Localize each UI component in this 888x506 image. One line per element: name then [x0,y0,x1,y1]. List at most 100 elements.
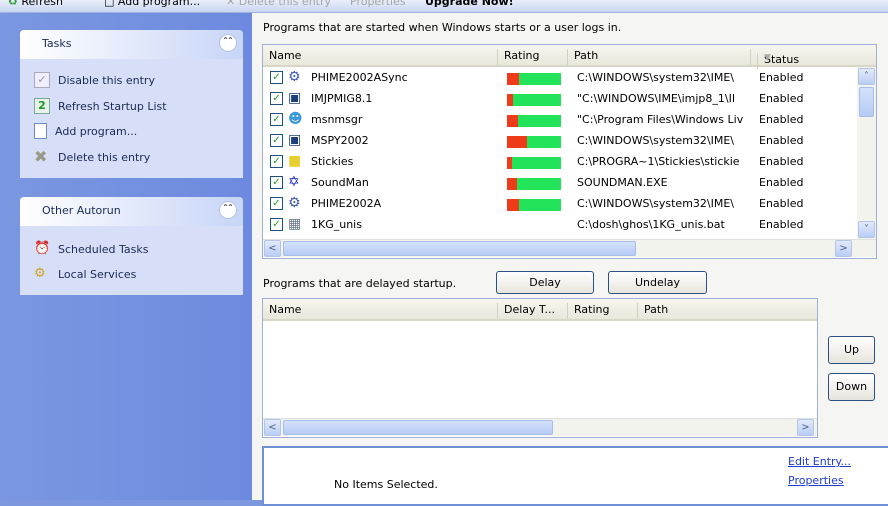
table-row[interactable]: ✓ ■ Stickies C:\PROGRA~1\Stickies\sticki… [263,152,855,173]
row-name: IMJPMIG8.1 [311,92,373,105]
startup-caption: Programs that are started when Windows s… [263,21,622,34]
row-path: C:\dosh\ghos\1KG_unis.bat [577,218,725,231]
table-row[interactable]: ✓ ▦ 1KG_unis C:\dosh\ghos\1KG_unis.bat E… [263,215,855,236]
enabled-checkbox[interactable]: ✓ [270,134,283,147]
scheduled-tasks-icon: ⏰ [34,241,51,256]
row-path: "C:\Program Files\Windows Liv [577,113,744,126]
column-delay-time[interactable]: Delay T... [497,303,555,319]
column-name[interactable]: Name [263,303,301,319]
startup-list[interactable]: Name Rating Path Status ▼ ✓ ⚙ PHIME2002A… [262,44,877,259]
table-row[interactable]: ✓ ▣ MSPY2002 C:\WINDOWS\system32\IME\ En… [263,131,855,152]
row-path: C:\WINDOWS\system32\IME\ [577,71,734,84]
row-status: Enabled [759,92,804,105]
column-status[interactable]: Status ▼ [750,49,860,69]
toolbar: ♻ Refresh □ Add program... ✕ Delete this… [0,0,888,13]
task-delete-entry[interactable]: ✖ Delete this entry [34,147,150,167]
enabled-checkbox[interactable]: ✓ [270,155,283,168]
properties-link[interactable]: Properties [788,474,844,487]
sort-desc-icon: ▼ [757,53,771,69]
gear-user-icon: ⚙ [288,69,301,85]
enabled-checkbox[interactable]: ✓ [270,218,283,231]
collapse-icon[interactable]: ˆˆ [219,201,237,219]
horizontal-scrollbar[interactable]: < > [263,239,876,257]
rating-bar-red [507,199,519,211]
batch-file-icon: ▦ [288,216,302,232]
task-refresh-list[interactable]: 2 Refresh Startup List [34,96,167,116]
horizontal-scrollbar[interactable]: < > [263,418,817,436]
scroll-down-icon[interactable]: ˅ [858,221,875,238]
row-status: Enabled [759,71,804,84]
down-button[interactable]: Down [828,373,875,401]
table-row[interactable]: ✓ ☻ msnmsgr "C:\Program Files\Windows Li… [263,110,855,131]
rating-bar [507,157,561,169]
enabled-checkbox[interactable]: ✓ [270,197,283,210]
delete-entry-button[interactable]: ✕ Delete this entry [226,0,331,8]
table-row[interactable]: ✓ ✡ SoundMan SOUNDMAN.EXE Enabled [263,173,855,194]
row-name: SoundMan [311,176,369,189]
other-autorun-header[interactable]: Other Autorun ˆˆ [20,197,243,226]
rating-bar-red [507,115,518,127]
column-rating[interactable]: Rating [567,303,609,319]
scheduled-tasks-link[interactable]: ⏰ Scheduled Tasks [34,239,149,259]
up-button[interactable]: Up [828,336,875,364]
properties-button[interactable]: Properties [350,0,406,8]
task-add-program[interactable]: Add program... [34,121,137,141]
scroll-up-icon[interactable]: ˄ [858,68,875,85]
row-status: Enabled [759,176,804,189]
services-icon: ⚙ [34,266,46,281]
undelay-button[interactable]: Undelay [608,271,707,294]
tasks-panel: Tasks ˆˆ ✓ Disable this entry 2 Refresh Sta… [20,30,243,178]
refresh-button[interactable]: ♻ Refresh [8,0,63,8]
rating-bar-red [507,178,517,190]
soundman-icon: ✡ [288,174,300,190]
column-rating[interactable]: Rating [497,49,539,65]
delay-button[interactable]: Delay [496,271,594,294]
task-disable-entry[interactable]: ✓ Disable this entry [34,70,155,90]
vertical-scrollbar[interactable]: ˄ ˅ [857,67,876,239]
rating-bar [507,199,561,211]
row-name: msnmsgr [311,113,363,126]
local-services-link[interactable]: ⚙ Local Services [34,264,136,284]
scroll-right-icon[interactable]: > [797,419,814,436]
row-path: "C:\WINDOWS\IME\imjp8_1\II [577,92,736,105]
scroll-right-icon[interactable]: > [835,240,852,257]
table-row[interactable]: ✓ ▣ IMJPMIG8.1 "C:\WINDOWS\IME\imjp8_1\I… [263,89,855,110]
scroll-thumb[interactable] [859,87,874,117]
edit-entry-link[interactable]: Edit Entry... [788,455,851,468]
column-path[interactable]: Path [637,303,668,319]
scroll-thumb[interactable] [283,420,553,435]
row-status: Enabled [759,134,804,147]
row-path: SOUNDMAN.EXE [577,176,668,189]
rating-bar [507,136,561,148]
rating-bar-red [507,157,513,169]
enabled-checkbox[interactable]: ✓ [270,176,283,189]
document-icon [34,123,47,139]
delayed-list-header: Name Delay T... Rating Path [263,299,817,321]
upgrade-button[interactable]: Upgrade Now! [425,0,514,8]
row-name: 1KG_unis [311,218,362,231]
scroll-left-icon[interactable]: < [264,240,281,257]
table-row[interactable]: ✓ ⚙ PHIME2002ASync C:\WINDOWS\system32\I… [263,68,855,89]
enabled-checkbox[interactable]: ✓ [270,92,283,105]
collapse-icon[interactable]: ˆˆ [219,34,237,52]
row-status: Enabled [759,113,804,126]
row-name: PHIME2002ASync [311,71,408,84]
enabled-checkbox[interactable]: ✓ [270,113,283,126]
startup-list-header: Name Rating Path Status ▼ [263,45,876,69]
row-path: C:\WINDOWS\system32\IME\ [577,197,734,210]
column-path[interactable]: Path [567,49,598,65]
sticky-note-icon: ■ [288,153,302,169]
scroll-left-icon[interactable]: < [264,419,281,436]
delayed-list[interactable]: Name Delay T... Rating Path < > [262,298,818,438]
rating-bar [507,115,561,127]
enabled-checkbox[interactable]: ✓ [270,71,283,84]
row-path: C:\PROGRA~1\Stickies\stickie [577,155,740,168]
column-name[interactable]: Name [263,49,301,65]
tasks-header[interactable]: Tasks ˆˆ [20,30,243,59]
add-program-button[interactable]: □ Add program... [104,0,200,8]
rating-bar-red [507,94,514,106]
table-row[interactable]: ✓ ⚙ PHIME2002A C:\WINDOWS\system32\IME\ … [263,194,855,215]
rating-bar [507,73,561,85]
other-autorun-panel: Other Autorun ˆˆ ⏰ Scheduled Tasks ⚙ Local … [20,197,243,295]
scroll-thumb[interactable] [283,241,636,256]
